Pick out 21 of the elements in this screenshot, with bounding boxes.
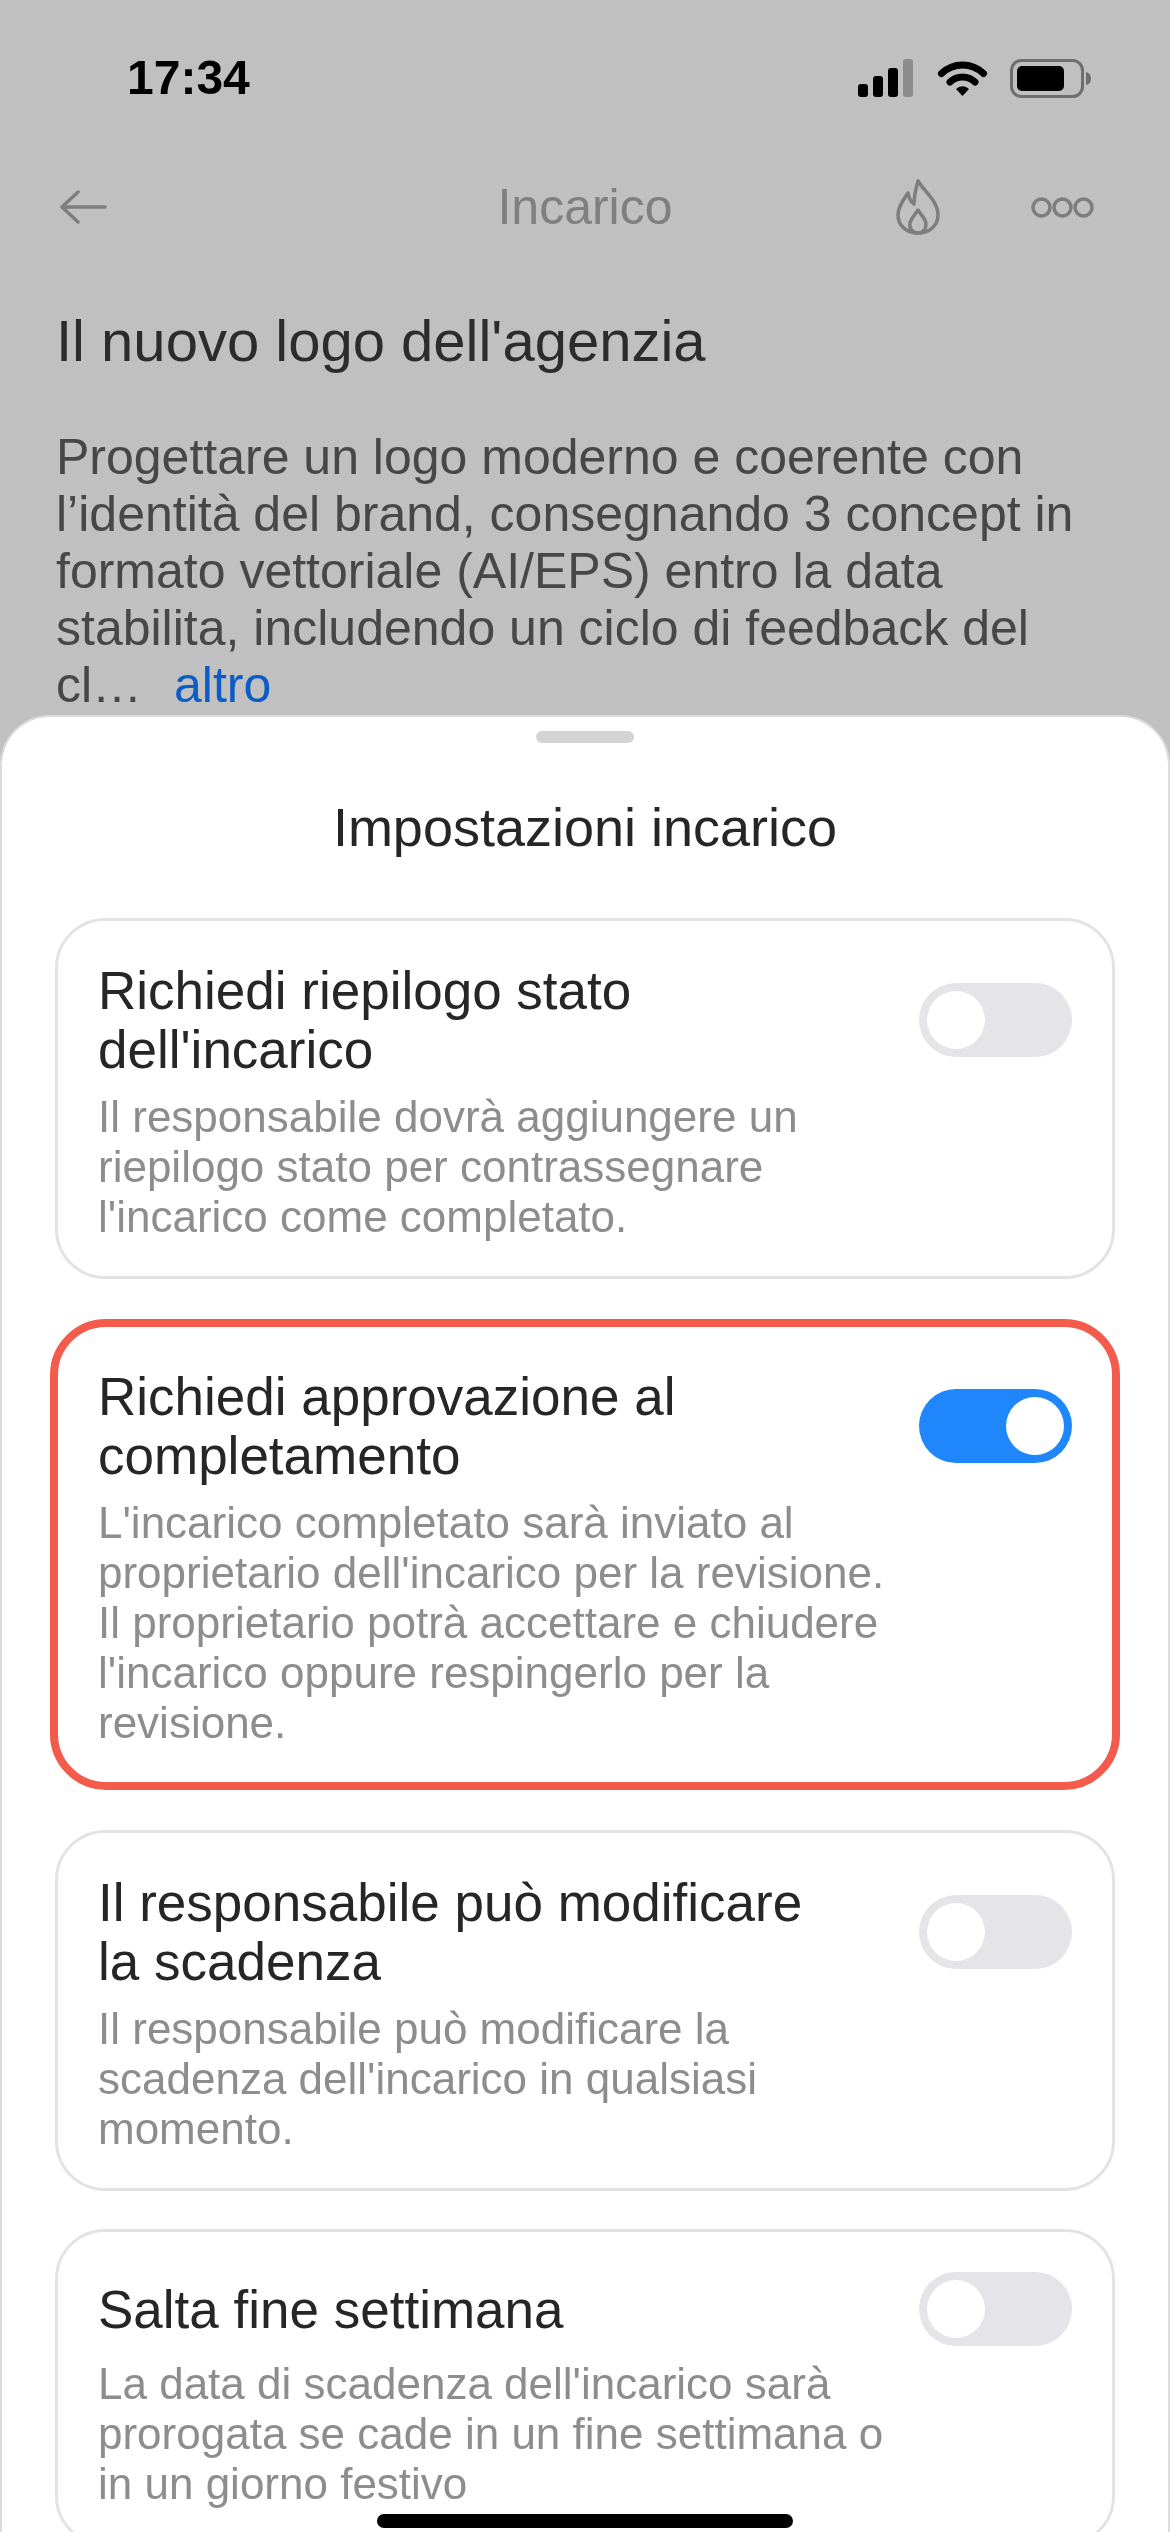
wifi-icon xyxy=(937,60,988,96)
signal-icon xyxy=(858,59,915,97)
setting-description: L'incarico completato sarà inviato al proprietario dell'incarico per la revisione. Il proprietario potrà accettare e chiudere l'incarico oppure respingerlo per la revisione. xyxy=(98,1498,886,1748)
drag-handle[interactable] xyxy=(536,731,634,743)
status-time: 17:34 xyxy=(127,50,250,106)
sheet-title: Impostazioni incarico xyxy=(332,796,838,859)
task-description: Progettare un logo moderno e coerente con l’identità del brand, consegnando 3 concept in formato vettoriale (AI/EPS) entro la data stabilita, includendo un ciclo di feedback del cl… altro xyxy=(56,429,1075,714)
setting-description: Il responsabile dovrà aggiungere un riepilogo stato per contrassegnare l'incarico come completato. xyxy=(98,1092,799,1242)
setting-description: Il responsabile può modificare la scadenza dell'incarico in qualsiasi momento. xyxy=(98,2004,758,2154)
setting-title: Il responsabile può modificare la scadenza xyxy=(98,1873,804,1991)
task-title: Il nuovo logo dell'agenzia xyxy=(56,308,706,374)
flame-icon[interactable] xyxy=(894,179,942,235)
setting-description: La data di scadenza dell'incarico sarà prorogata se cade in un fine settimana o in un giorno festivo xyxy=(98,2359,885,2509)
setting-title: Richiedi approvazione al completamento xyxy=(98,1367,677,1485)
battery-icon xyxy=(1010,58,1092,98)
more-icon[interactable] xyxy=(1031,196,1094,218)
back-arrow-icon[interactable] xyxy=(60,190,107,224)
setting-title: Richiedi riepilogo stato dell'incarico xyxy=(98,961,633,1079)
setting-title: Salta fine settimana xyxy=(98,2279,565,2339)
more-link[interactable]: altro xyxy=(174,657,272,713)
screen-title: Incarico xyxy=(497,178,673,237)
